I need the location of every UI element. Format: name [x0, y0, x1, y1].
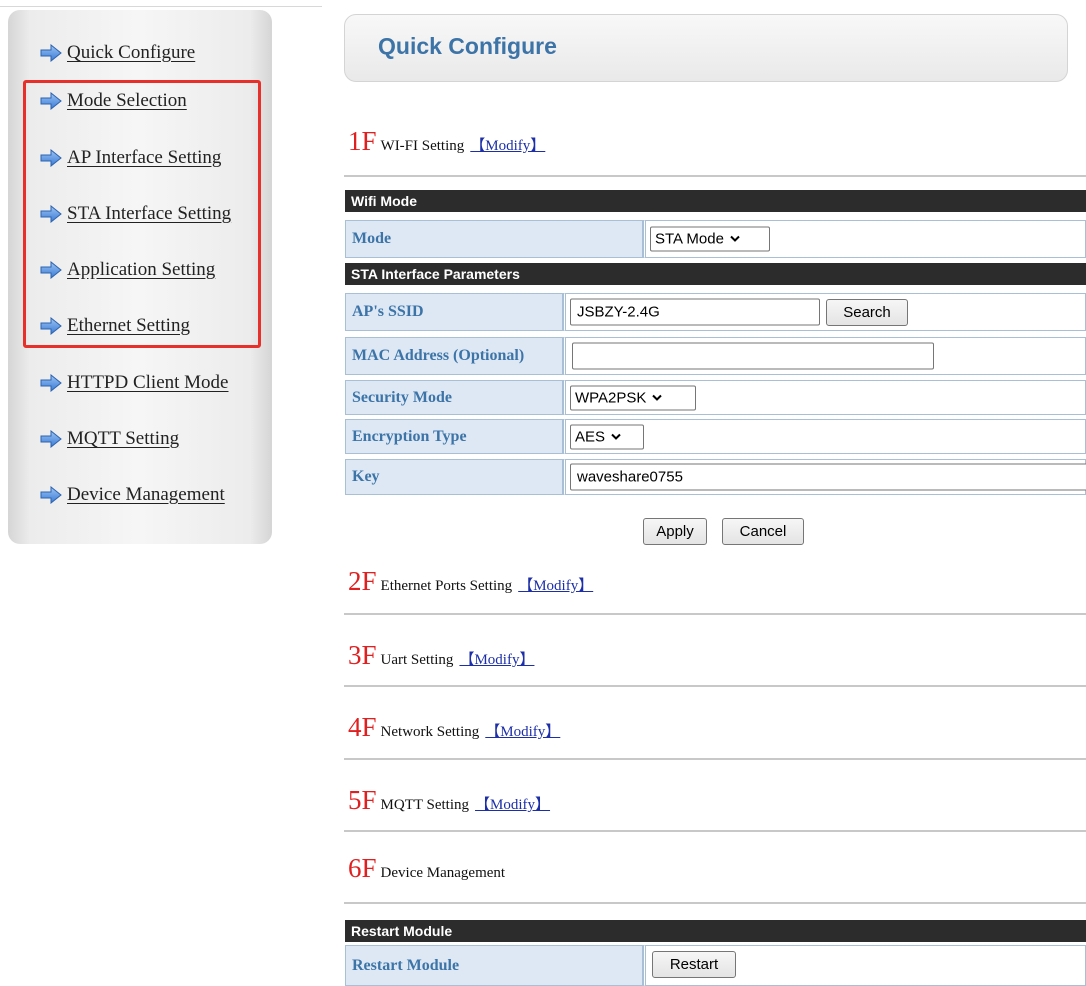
sidebar-item-mode-selection[interactable]: Mode Selection: [40, 86, 187, 116]
wifi-mode-header: Wifi Mode: [345, 190, 1086, 212]
mode-label: Mode: [345, 220, 643, 258]
arrow-right-icon: [40, 205, 62, 223]
sidebar-item-label: Quick Configure: [67, 42, 196, 63]
table-row-mode: Mode STA Mode: [345, 220, 1086, 258]
key-value-cell: waveshare0755: [563, 459, 1086, 495]
modify-link[interactable]: 【Modify】: [459, 648, 534, 669]
apply-button[interactable]: Apply: [643, 518, 707, 545]
table-row-ssid: AP's SSID JSBZY-2.4G Search: [345, 293, 1086, 331]
restart-value-cell: Restart: [643, 945, 1086, 986]
sidebar-item-label: STA Interface Setting: [67, 203, 232, 224]
sidebar-item-ethernet-setting[interactable]: Ethernet Setting: [40, 311, 190, 341]
floor-title: Ethernet Ports Setting: [380, 578, 513, 594]
security-mode-select[interactable]: WPA2PSK: [570, 385, 696, 410]
mac-input[interactable]: [572, 342, 934, 370]
top-rule: [0, 6, 322, 7]
restart-button[interactable]: Restart: [652, 951, 736, 978]
cancel-button[interactable]: Cancel: [722, 518, 804, 545]
table-row-key: Key waveshare0755: [345, 459, 1086, 495]
floor-number: 2F: [348, 566, 377, 596]
encryption-value-cell: AES: [563, 419, 1086, 454]
section-divider: [344, 685, 1086, 687]
key-label: Key: [345, 459, 563, 495]
ssid-label: AP's SSID: [345, 293, 563, 331]
page-title: Quick Configure: [378, 33, 557, 59]
floor-title: Network Setting: [380, 724, 480, 740]
arrow-right-icon: [40, 261, 62, 279]
section-divider: [344, 758, 1086, 760]
encryption-type-select[interactable]: AES: [570, 424, 644, 449]
sidebar-item-device-management[interactable]: Device Management: [40, 480, 225, 510]
encryption-type-value: AES: [575, 428, 606, 445]
sidebar-item-httpd-client-mode[interactable]: HTTPD Client Mode: [40, 368, 229, 398]
restart-module-header: Restart Module: [345, 920, 1086, 942]
restart-module-label: Restart Module: [345, 945, 643, 986]
mode-select[interactable]: STA Mode: [650, 226, 770, 252]
encryption-type-label: Encryption Type: [345, 419, 563, 454]
sidebar-item-label: MQTT Setting: [67, 428, 180, 449]
floor-number: 6F: [348, 853, 377, 883]
modify-link[interactable]: 【Modify】: [518, 574, 593, 595]
table-row-restart: Restart Module Restart: [345, 945, 1086, 986]
sta-parameters-header: STA Interface Parameters: [345, 263, 1086, 285]
security-mode-label: Security Mode: [345, 380, 563, 415]
floor-section-4: 4F Network Setting 【Modify】: [348, 712, 560, 752]
chevron-down-icon: [730, 235, 740, 242]
modify-link[interactable]: 【Modify】: [485, 720, 560, 741]
floor-title: MQTT Setting: [380, 797, 470, 813]
arrow-right-icon: [40, 44, 62, 62]
floor-number: 5F: [348, 785, 377, 815]
sidebar-item-label: HTTPD Client Mode: [67, 372, 229, 393]
floor-section-2: 2F Ethernet Ports Setting 【Modify】: [348, 566, 593, 606]
mode-select-value: STA Mode: [655, 230, 724, 248]
chevron-down-icon: [611, 433, 621, 440]
sidebar-item-label: Application Setting: [67, 259, 216, 280]
search-button[interactable]: Search: [826, 299, 908, 326]
sidebar-item-label: Device Management: [67, 484, 225, 505]
table-row-encryption: Encryption Type AES: [345, 419, 1086, 454]
floor-section-6: 6F Device Management: [348, 853, 505, 893]
arrow-right-icon: [40, 149, 62, 167]
floor-section-5: 5F MQTT Setting 【Modify】: [348, 785, 550, 825]
floor-title: WI-FI Setting: [380, 138, 465, 154]
section-divider: [344, 175, 1086, 177]
sidebar-item-mqtt-setting[interactable]: MQTT Setting: [40, 424, 179, 454]
floor-section-3: 3F Uart Setting 【Modify】: [348, 640, 534, 680]
security-value-cell: WPA2PSK: [563, 380, 1086, 415]
table-row-security: Security Mode WPA2PSK: [345, 380, 1086, 415]
key-input[interactable]: waveshare0755: [570, 463, 1086, 491]
sidebar-item-ap-interface-setting[interactable]: AP Interface Setting: [40, 143, 221, 173]
arrow-right-icon: [40, 374, 62, 392]
floor-number: 3F: [348, 640, 377, 670]
sidebar-item-quick-configure[interactable]: Quick Configure: [40, 38, 195, 68]
mac-value-cell: [563, 337, 1086, 375]
floor-title: Device Management: [380, 865, 506, 881]
page-header: Quick Configure: [344, 14, 1068, 82]
mac-label: MAC Address (Optional): [345, 337, 563, 375]
ssid-input[interactable]: JSBZY-2.4G: [570, 298, 820, 326]
arrow-right-icon: [40, 486, 62, 504]
chevron-down-icon: [652, 394, 663, 401]
floor-number: 1F: [348, 126, 377, 156]
ssid-value-cell: JSBZY-2.4G Search: [563, 293, 1086, 331]
table-row-mac: MAC Address (Optional): [345, 337, 1086, 375]
arrow-right-icon: [40, 430, 62, 448]
sidebar-item-label: Ethernet Setting: [67, 315, 190, 336]
modify-link[interactable]: 【Modify】: [470, 134, 545, 155]
section-divider: [344, 613, 1086, 615]
mode-value-cell: STA Mode: [643, 220, 1086, 258]
floor-section-1: 1F WI-FI Setting 【Modify】: [348, 126, 545, 166]
section-divider: [344, 830, 1086, 832]
arrow-right-icon: [40, 317, 62, 335]
security-mode-value: WPA2PSK: [575, 389, 647, 406]
modify-link[interactable]: 【Modify】: [475, 793, 550, 814]
arrow-right-icon: [40, 92, 62, 110]
floor-title: Uart Setting: [380, 652, 454, 668]
floor-number: 4F: [348, 712, 377, 742]
sidebar-item-label: AP Interface Setting: [67, 147, 222, 168]
sidebar-item-label: Mode Selection: [67, 90, 187, 111]
sidebar-item-application-setting[interactable]: Application Setting: [40, 255, 215, 285]
section-divider: [344, 902, 1086, 904]
sidebar-item-sta-interface-setting[interactable]: STA Interface Setting: [40, 199, 231, 229]
